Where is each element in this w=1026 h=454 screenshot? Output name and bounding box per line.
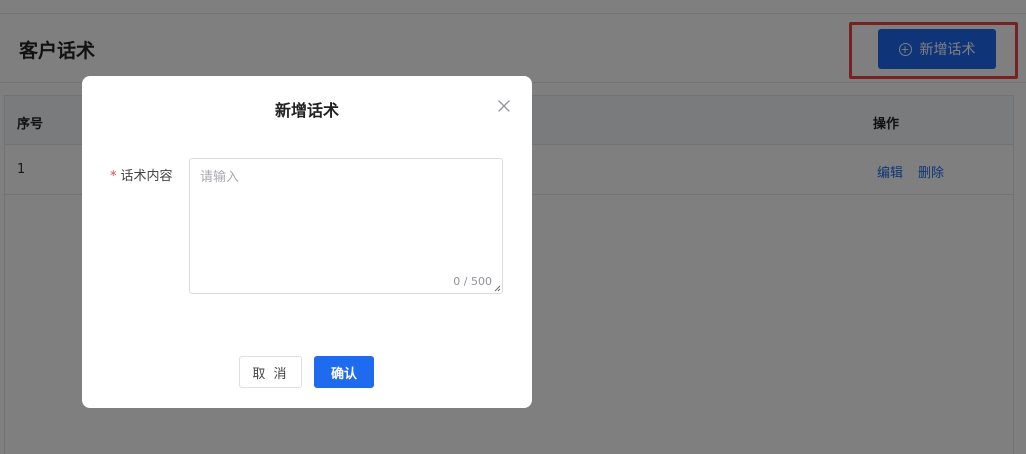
add-script-dialog: 新增话术 *话术内容 0 / 500 取 消 确认 <box>82 76 532 408</box>
close-icon[interactable] <box>496 98 512 114</box>
cancel-button[interactable]: 取 消 <box>239 356 302 388</box>
field-label-text: 话术内容 <box>120 169 173 184</box>
script-content-textarea[interactable] <box>190 159 502 293</box>
required-mark: * <box>110 169 117 184</box>
confirm-button[interactable]: 确认 <box>314 356 374 388</box>
field-label-script-content: * 话术内容 <box>110 165 173 184</box>
script-content-field-wrapper: 0 / 500 <box>189 158 503 294</box>
dialog-title: 新增话术 <box>274 101 339 120</box>
word-count: 0 / 500 <box>453 275 492 288</box>
resize-grip-icon[interactable] <box>493 284 501 292</box>
